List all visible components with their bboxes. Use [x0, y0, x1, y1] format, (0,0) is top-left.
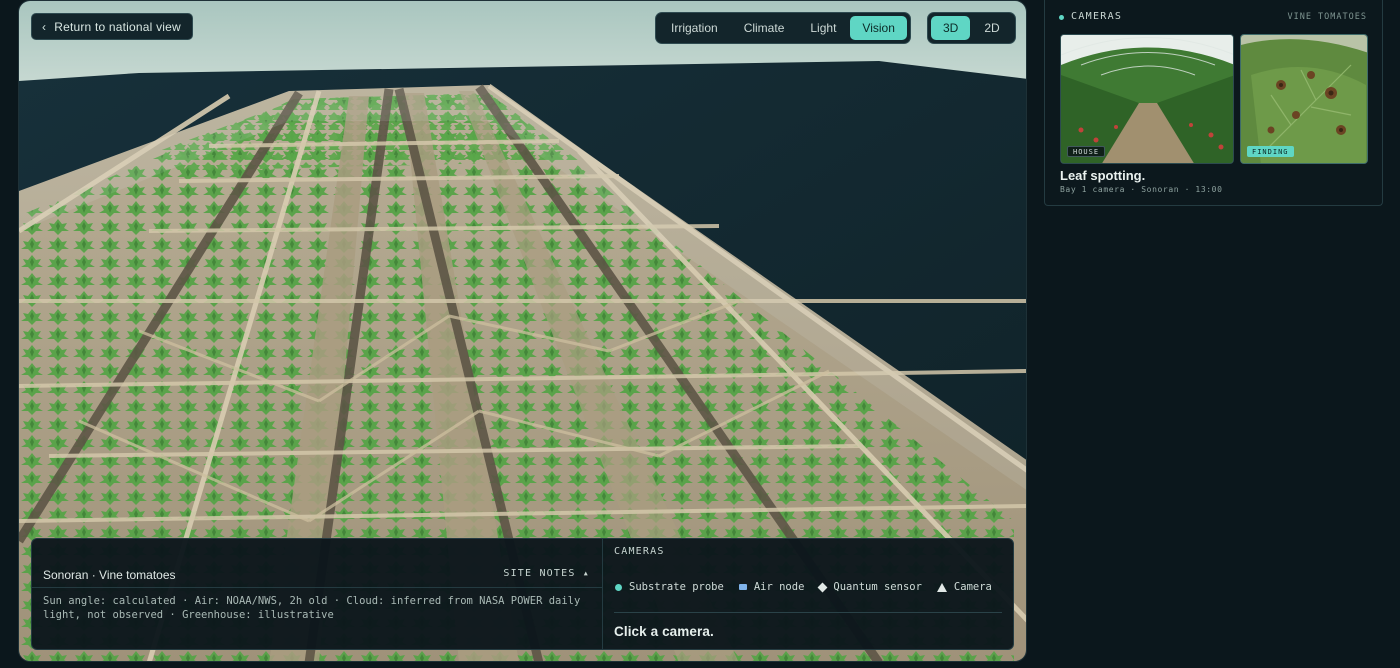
site-notes-toggle[interactable]: SITE NOTES ▴ [503, 568, 590, 579]
legend-label: Camera [953, 581, 992, 593]
legend-label: Quantum sensor [833, 581, 922, 593]
site-title: Sonoran · Vine tomatoes [43, 568, 176, 582]
legend-item-quantum-sensor: Quantum sensor [817, 581, 922, 593]
view-3d-button[interactable]: 3D [931, 16, 971, 40]
cameras-card: CAMERAS VINE TOMATOES HOUSE FINDING Leaf… [1044, 0, 1383, 206]
finding-meta: Bay 1 camera · Sonoran · 13:00 [1060, 185, 1223, 194]
tab-light[interactable]: Light [798, 16, 848, 40]
legend-item-substrate-probe: Substrate probe [615, 581, 724, 593]
finding-tag: FINDING [1247, 146, 1294, 157]
tab-irrigation[interactable]: Irrigation [659, 16, 730, 40]
legend-label: Air node [753, 581, 805, 593]
cameras-card-heading: CAMERAS [1071, 11, 1123, 22]
finding-title: Leaf spotting. [1060, 168, 1146, 183]
legend-label: Substrate probe [629, 581, 724, 593]
chevron-left-icon: ‹ [42, 19, 47, 34]
site-info-panel: Sonoran · Vine tomatoes SITE NOTES ▴ Sun… [31, 538, 1014, 650]
view-mode-toggle: 3D 2D [927, 12, 1016, 44]
tab-climate[interactable]: Climate [732, 16, 797, 40]
legend-item-camera: Camera [936, 581, 992, 593]
greenhouse-3d-viewport[interactable]: ‹ Return to national view Irrigation Cli… [18, 0, 1027, 662]
cameras-legend-section: CAMERAS Substrate probe Air node Quantum… [603, 539, 1014, 649]
legend-item-air-node: Air node [738, 581, 805, 593]
crop-label: VINE TOMATOES [1287, 12, 1367, 22]
cameras-heading: CAMERAS [614, 546, 665, 557]
site-notes-section: Sonoran · Vine tomatoes SITE NOTES ▴ Sun… [32, 539, 602, 649]
diamond-icon [817, 582, 828, 592]
finding-camera-thumbnail[interactable]: FINDING [1240, 34, 1368, 164]
tab-vision[interactable]: Vision [850, 16, 907, 40]
divider [614, 612, 1002, 613]
leaf-spot-photo-icon [1241, 35, 1367, 163]
house-tag: HOUSE [1067, 146, 1106, 157]
camera-prompt: Click a camera. [614, 624, 714, 639]
status-dot-icon [1059, 15, 1064, 20]
square-icon [738, 584, 747, 590]
greenhouse-photo-icon [1061, 35, 1233, 163]
divider [32, 587, 602, 588]
dot-icon [615, 583, 622, 591]
site-notes-text: Sun angle: calculated · Air: NOAA/NWS, 2… [43, 595, 581, 621]
house-camera-thumbnail[interactable]: HOUSE [1060, 34, 1234, 164]
view-2d-button[interactable]: 2D [972, 16, 1011, 40]
triangle-icon [936, 582, 947, 592]
layer-tabs: Irrigation Climate Light Vision [655, 12, 911, 44]
sensor-legend: Substrate probe Air node Quantum sensor … [615, 581, 992, 593]
return-national-view-button[interactable]: ‹ Return to national view [31, 13, 193, 40]
return-label: Return to national view [54, 19, 181, 34]
